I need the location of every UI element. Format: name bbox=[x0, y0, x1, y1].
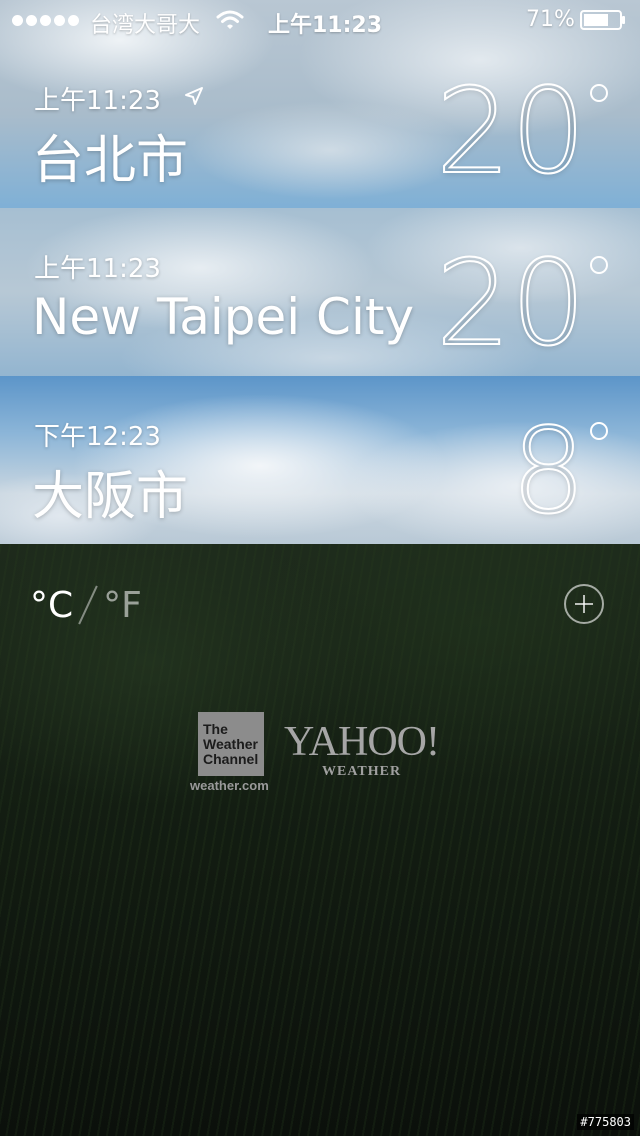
battery-icon bbox=[580, 10, 625, 30]
degree-symbol-icon bbox=[590, 422, 608, 440]
degree-symbol-icon bbox=[590, 256, 608, 274]
add-city-button[interactable] bbox=[564, 584, 604, 624]
weather-com-link[interactable]: weather.com bbox=[190, 778, 269, 793]
city-row-new-taipei[interactable]: 上午11:23 New Taipei City 20 bbox=[0, 208, 640, 376]
battery-percent: 71% bbox=[526, 7, 575, 32]
city-temperature: 20 bbox=[435, 234, 587, 372]
signal-dots-icon bbox=[12, 15, 79, 26]
city-name: 台北市 bbox=[32, 131, 189, 191]
city-row-osaka[interactable]: 下午12:23 大阪市 8 bbox=[0, 376, 640, 544]
wifi-icon bbox=[216, 10, 244, 29]
city-temperature: 8 bbox=[510, 402, 587, 540]
city-name: 大阪市 bbox=[32, 467, 189, 527]
location-arrow-icon bbox=[185, 87, 203, 105]
image-watermark: #775803 bbox=[577, 1114, 634, 1130]
city-local-time: 下午12:23 bbox=[34, 422, 161, 452]
status-time: 上午11:23 bbox=[268, 13, 383, 38]
weather-channel-logo[interactable]: The Weather Channel bbox=[198, 712, 264, 776]
yahoo-logo[interactable]: YAHOO! bbox=[284, 718, 440, 766]
city-temperature: 20 bbox=[435, 62, 587, 200]
degree-symbol-icon bbox=[590, 84, 608, 102]
carrier-name: 台湾大哥大 bbox=[90, 13, 201, 38]
city-local-time: 上午11:23 bbox=[34, 254, 161, 284]
bottom-panel: °C °F The Weather Channel weather.com YA… bbox=[0, 544, 640, 1136]
fahrenheit-button[interactable]: °F bbox=[103, 585, 142, 626]
yahoo-weather-label: WEATHER bbox=[322, 764, 402, 779]
unit-toggle: °C °F bbox=[30, 584, 142, 626]
unit-divider bbox=[78, 585, 98, 625]
city-name: New Taipei City bbox=[32, 288, 415, 346]
celsius-button[interactable]: °C bbox=[30, 585, 73, 626]
city-local-time: 上午11:23 bbox=[34, 86, 161, 116]
status-bar: 台湾大哥大 上午11:23 71% bbox=[0, 0, 640, 40]
